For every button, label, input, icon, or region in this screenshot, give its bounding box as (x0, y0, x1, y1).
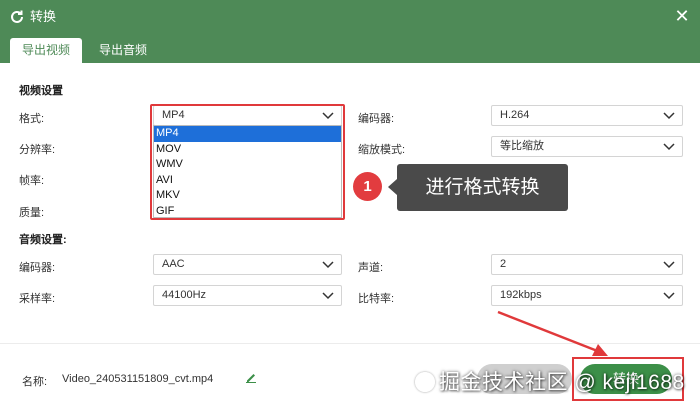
channel-select[interactable]: 2 (491, 254, 683, 275)
video-encoder-label: 编码器: (358, 113, 395, 125)
bitrate-value: 192kbps (500, 289, 542, 301)
tab-bar: 导出视频 导出音频 (0, 34, 700, 63)
audio-encoder-select[interactable]: AAC (153, 254, 342, 275)
format-highlight-box (150, 104, 345, 220)
channel-value: 2 (500, 258, 507, 270)
framerate-label: 帧率: (19, 175, 45, 187)
samplerate-value: 44100Hz (162, 289, 207, 301)
pencil-icon[interactable] (245, 371, 257, 383)
annotation-callout: 进行格式转换 (397, 164, 568, 211)
scale-mode-value: 等比缩放 (500, 140, 544, 152)
quality-label: 质量: (19, 207, 45, 219)
bitrate-label: 比特率: (358, 293, 395, 305)
tab-export-video[interactable]: 导出视频 (10, 38, 82, 63)
scale-mode-select[interactable]: 等比缩放 (491, 136, 683, 157)
bitrate-select[interactable]: 192kbps (491, 285, 683, 306)
close-icon[interactable]: ✕ (672, 6, 692, 26)
video-encoder-select[interactable]: H.264 (491, 105, 683, 126)
chevron-down-icon (663, 261, 675, 269)
watermark-logo-icon (415, 372, 435, 392)
refresh-icon (11, 10, 23, 23)
window-title: 转换 (30, 9, 57, 24)
chevron-down-icon (663, 143, 675, 151)
channel-label: 声道: (358, 262, 384, 274)
audio-settings-title: 音频设置: (19, 234, 67, 246)
video-encoder-value: H.264 (500, 109, 530, 121)
watermark: 掘金技术社区 @ keji1688 (415, 366, 685, 396)
chevron-down-icon (663, 292, 675, 300)
samplerate-label: 采样率: (19, 293, 56, 305)
callout-pointer (388, 179, 397, 195)
chevron-down-icon (322, 261, 334, 269)
chevron-down-icon (322, 292, 334, 300)
title-bar: 转换 ✕ (0, 0, 700, 34)
chevron-down-icon (663, 112, 675, 120)
tab-export-audio[interactable]: 导出音频 (88, 38, 158, 63)
audio-encoder-label: 编码器: (19, 262, 56, 274)
resolution-label: 分辨率: (19, 144, 56, 156)
footer-divider (0, 343, 700, 344)
watermark-text: 掘金技术社区 @ keji1688 (439, 371, 685, 394)
format-label: 格式: (19, 113, 45, 125)
step-badge: 1 (353, 172, 382, 201)
filename-label: 名称: (22, 376, 48, 388)
audio-encoder-value: AAC (162, 258, 185, 270)
scale-mode-label: 缩放模式: (358, 144, 406, 156)
video-settings-title: 视频设置 (19, 85, 63, 97)
samplerate-select[interactable]: 44100Hz (153, 285, 342, 306)
filename-value: Video_240531151809_cvt.mp4 (62, 373, 214, 385)
